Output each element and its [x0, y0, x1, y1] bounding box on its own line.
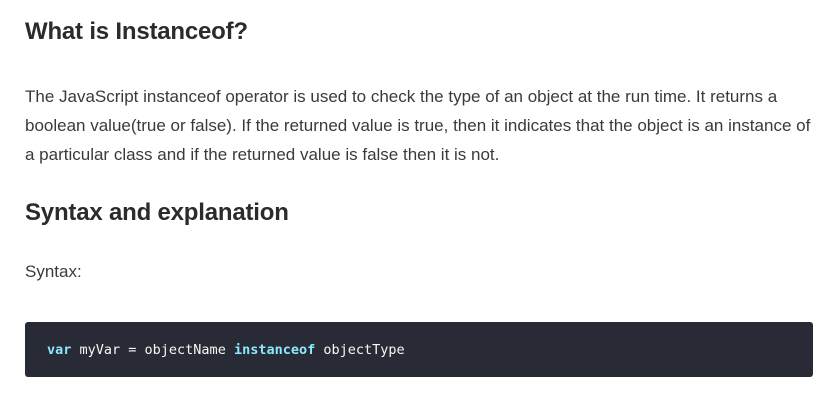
description-paragraph: The JavaScript instanceof operator is us… [25, 87, 811, 164]
heading-what-is-instanceof: What is Instanceof? [25, 18, 248, 45]
code-text-variable: myVar = objectName [71, 341, 234, 358]
code-keyword-instanceof: instanceof [233, 341, 316, 358]
code-keyword-var: var [47, 341, 72, 358]
heading-syntax-and-explanation: Syntax and explanation [25, 199, 289, 226]
code-block[interactable]: var myVar = objectName instanceof object… [25, 322, 813, 377]
syntax-label: Syntax: [25, 262, 82, 281]
code-text-type: objectType [315, 341, 405, 358]
